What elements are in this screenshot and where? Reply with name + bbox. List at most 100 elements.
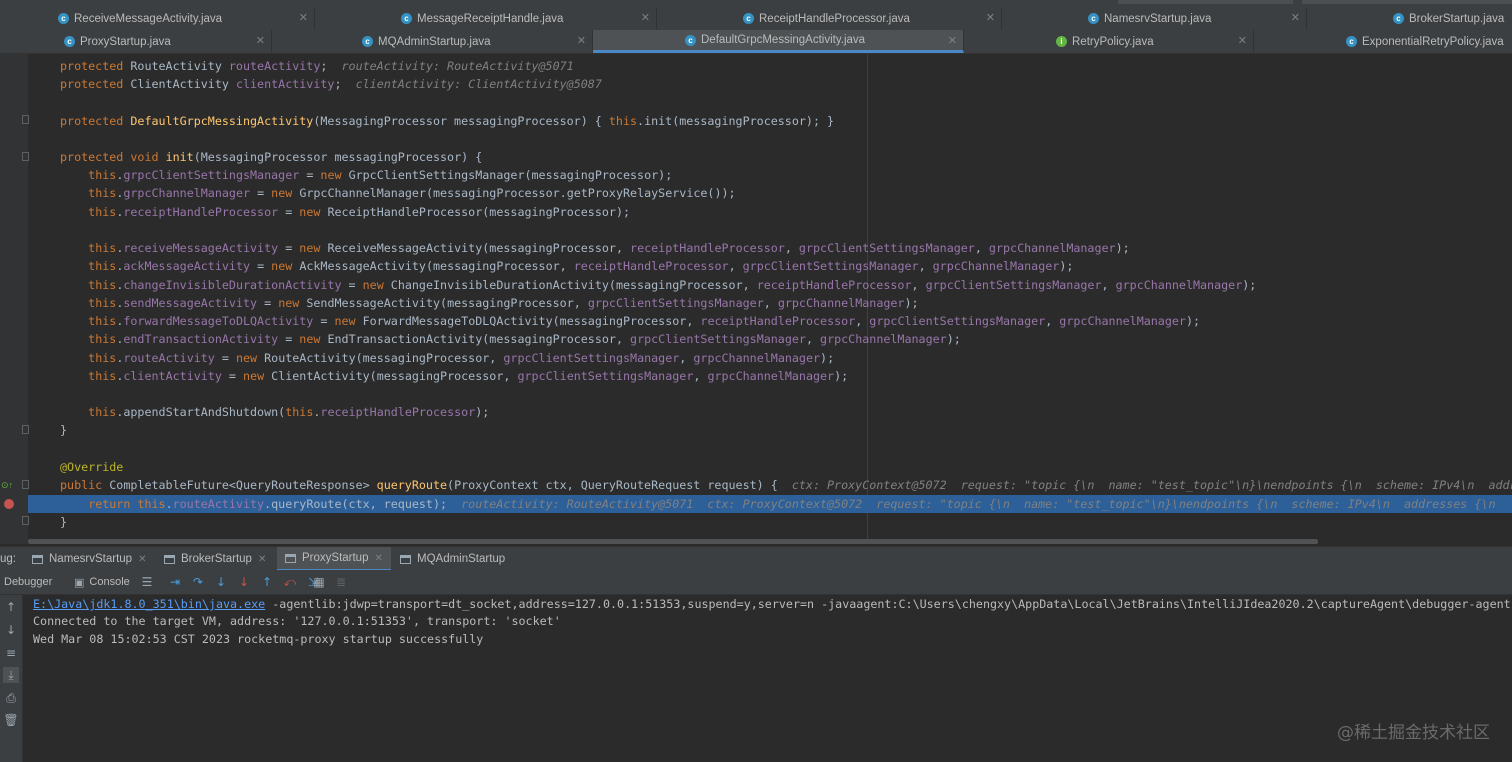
run-config-icon [285, 553, 296, 563]
editor-tab[interactable]: c MQAdminStartup.java ✕ [272, 30, 593, 53]
debug-session-tab[interactable]: BrokerStartup ✕ [156, 547, 274, 571]
code-line: this.appendStartAndShutdown(this.receipt… [88, 405, 490, 419]
tab-label: NamesrvStartup.java [1104, 12, 1212, 25]
code-line: protected void init(MessagingProcessor m… [60, 150, 483, 164]
menu-icon[interactable]: ☰ [140, 575, 154, 589]
code-line: protected RouteActivity routeActivity; r… [60, 59, 574, 73]
step-over-icon[interactable]: ↷ [191, 575, 205, 589]
code-line: } [60, 515, 68, 529]
scroll-to-end-icon[interactable]: ⤓ [3, 667, 19, 683]
editor-tab[interactable]: i RetryPolicy.java ✕ [964, 30, 1254, 53]
session-label: BrokerStartup [181, 553, 252, 565]
code-line: this.grpcChannelManager = new GrpcChanne… [88, 186, 736, 200]
close-icon[interactable]: ✕ [1238, 34, 1247, 47]
console-output[interactable]: E:\Java\jdk1.8.0_351\bin\java.exe -agent… [23, 595, 1512, 762]
run-config-icon [164, 554, 175, 564]
code-line: this.sendMessageActivity = new SendMessa… [88, 296, 919, 310]
editor-tab[interactable]: c MessageReceiptHandle.java ✕ [315, 7, 657, 30]
console-tab-label: Console [89, 576, 130, 588]
trash-icon[interactable]: 🗑 [3, 712, 19, 728]
close-icon[interactable]: ✕ [1291, 11, 1300, 24]
code-line: this.endTransactionActivity = new EndTra… [88, 332, 961, 346]
class-icon: c [1346, 36, 1357, 47]
editor-tab-active[interactable]: c DefaultGrpcMessingActivity.java ✕ [593, 30, 964, 53]
tab-label: BrokerStartup.java [1409, 12, 1505, 25]
code-editor[interactable]: ⊙↑ protected RouteActivity routeActivity… [0, 54, 1512, 544]
toolbar-fragment [1118, 0, 1293, 4]
trace-icon[interactable]: ≣ [334, 575, 348, 589]
console-tab[interactable]: ▣ Console [74, 574, 130, 590]
close-icon[interactable]: ✕ [256, 34, 265, 47]
toolbar-fragment [1302, 0, 1512, 4]
editor-tab[interactable]: c BrokerStartup.java [1307, 7, 1512, 30]
interface-icon: i [1056, 36, 1067, 47]
editor-tabs-row-2: c ProxyStartup.java ✕ c MQAdminStartup.j… [0, 30, 1512, 54]
inline-debug-hint: clientActivity: ClientActivity@5087 [355, 77, 602, 91]
editor-tabs-row-1: c ReceiveMessageActivity.java ✕ c Messag… [0, 7, 1512, 31]
editor-tab[interactable]: c ReceiveMessageActivity.java ✕ [0, 7, 315, 30]
step-out-icon[interactable]: ↑ [260, 575, 274, 589]
editor-tab[interactable]: c ProxyStartup.java ✕ [0, 30, 272, 53]
inline-debug-hint: ctx: ProxyContext@5072 request: "topic {… [791, 478, 1512, 492]
drop-frame-icon[interactable]: ⤺ [283, 575, 297, 589]
debug-session-tab[interactable]: MQAdminStartup [392, 547, 513, 571]
fold-icon[interactable] [22, 516, 29, 525]
close-icon[interactable]: ✕ [641, 11, 650, 24]
tab-label: DefaultGrpcMessingActivity.java [701, 34, 866, 46]
code-line: this.receiveMessageActivity = new Receiv… [88, 241, 1130, 255]
evaluate-expression-icon[interactable]: ▦ [312, 575, 326, 589]
soft-wrap-icon[interactable]: ≡ [3, 645, 19, 661]
code-line: this.receiptHandleProcessor = new Receip… [88, 205, 631, 219]
close-icon[interactable]: ✕ [138, 554, 146, 565]
override-gutter-icon[interactable]: ⊙↑ [1, 480, 13, 490]
tab-label: ExponentialRetryPolicy.java [1362, 35, 1504, 48]
top-strip [0, 0, 1512, 7]
print-icon[interactable]: ⎙ [3, 690, 19, 706]
execution-line: return this.routeActivity.queryRoute(ctx… [28, 495, 1512, 513]
class-icon: c [362, 36, 373, 47]
class-icon: c [1393, 13, 1404, 24]
horizontal-scrollbar[interactable] [28, 539, 1318, 544]
console-line: Connected to the target VM, address: '12… [33, 614, 561, 628]
code-line: public CompletableFuture<QueryRouteRespo… [60, 476, 1512, 494]
class-icon: c [401, 13, 412, 24]
debugger-tab[interactable]: Debugger [4, 574, 52, 590]
down-arrow-icon[interactable]: ↓ [3, 622, 19, 638]
breakpoint-icon[interactable] [4, 499, 14, 509]
code-line: protected ClientActivity clientActivity;… [60, 77, 602, 91]
fold-icon[interactable] [22, 425, 29, 434]
session-label: NamesrvStartup [49, 553, 133, 565]
java-path-link[interactable]: E:\Java\jdk1.8.0_351\bin\java.exe [33, 597, 265, 611]
close-icon[interactable]: ✕ [374, 553, 382, 564]
code-line: this.forwardMessageToDLQActivity = new F… [88, 314, 1201, 328]
fold-icon[interactable] [22, 152, 29, 161]
fold-icon[interactable] [22, 115, 29, 124]
close-icon[interactable]: ✕ [299, 11, 308, 24]
close-icon[interactable]: ✕ [577, 34, 586, 47]
editor-tab[interactable]: c ExponentialRetryPolicy.java [1254, 30, 1512, 53]
code-line: this.grpcClientSettingsManager = new Grp… [88, 168, 673, 182]
editor-gutter[interactable] [0, 54, 28, 544]
debug-session-tab-active[interactable]: ProxyStartup ✕ [277, 547, 391, 571]
editor-tab[interactable]: c ReceiptHandleProcessor.java ✕ [657, 7, 1002, 30]
code-line: } [60, 423, 68, 437]
close-icon[interactable]: ✕ [258, 554, 266, 565]
debugger-tab-label: Debugger [4, 576, 53, 588]
close-icon[interactable]: ✕ [948, 34, 957, 47]
show-execution-point-icon[interactable]: ⇥ [168, 575, 182, 589]
console-icon: ▣ [74, 575, 85, 589]
step-into-icon[interactable]: ↓ [214, 575, 228, 589]
fold-icon[interactable] [22, 480, 29, 489]
close-icon[interactable]: ✕ [986, 11, 995, 24]
force-step-into-icon[interactable]: ↓ [237, 575, 251, 589]
code-line: protected DefaultGrpcMessingActivity(Mes… [60, 114, 835, 128]
editor-tab[interactable]: c NamesrvStartup.java ✕ [1002, 7, 1307, 30]
tab-label: MessageReceiptHandle.java [417, 12, 564, 25]
watermark: @稀土掘金技术社区 [1337, 723, 1490, 743]
debug-session-tab[interactable]: NamesrvStartup ✕ [24, 547, 154, 571]
tab-label: ReceiveMessageActivity.java [74, 12, 223, 25]
up-arrow-icon[interactable]: ↑ [3, 599, 19, 615]
console-line: E:\Java\jdk1.8.0_351\bin\java.exe -agent… [33, 595, 1512, 613]
debug-session-tabs: ug: NamesrvStartup ✕ BrokerStartup ✕ Pro… [0, 546, 1512, 571]
session-label: ProxyStartup [302, 552, 369, 564]
